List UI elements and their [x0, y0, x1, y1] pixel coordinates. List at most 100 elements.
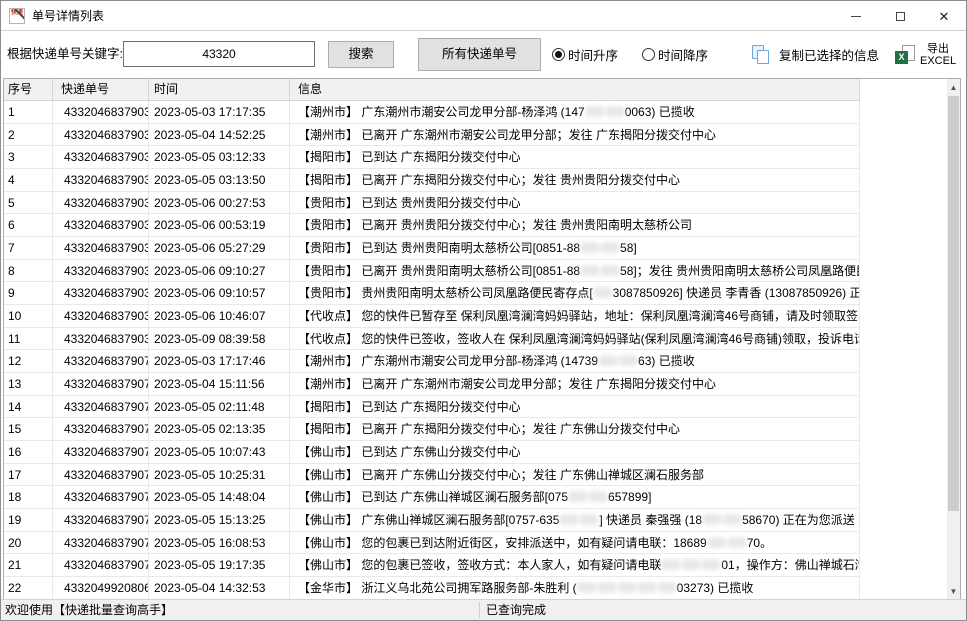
row-info: 【佛山市】 已到达 广东佛山禅城区澜石服务部[075657899] [290, 486, 860, 509]
redacted-blur [637, 582, 657, 593]
redacted-blur [681, 559, 701, 570]
redacted-blur [702, 514, 722, 525]
title-bar: 快递 单号详情列表 ✕ [1, 1, 966, 31]
row-tracking-number: 4332046837903 [53, 214, 149, 237]
search-button[interactable]: 搜索 [328, 41, 394, 68]
radio-dot-icon [552, 48, 565, 61]
row-time: 2023-05-03 17:17:46 [149, 350, 290, 373]
minimize-icon [851, 16, 861, 17]
status-query-result-text: 已查询完成 [486, 600, 546, 620]
maximize-icon [896, 12, 905, 21]
row-index: 5 [4, 192, 53, 215]
redacted-blur [617, 582, 637, 593]
row-index: 7 [4, 237, 53, 260]
row-time: 2023-05-05 10:25:31 [149, 464, 290, 487]
table-row[interactable]: 343320468379032023-05-05 03:12:33【揭阳市】 已… [4, 146, 947, 169]
row-info: 【佛山市】 广东佛山禅城区澜石服务部[0757-635] 快递员 秦强强 (18… [290, 509, 860, 532]
status-welcome-text: 欢迎使用【快递批量查询高手】 [5, 600, 173, 620]
row-tracking-number: 4332046837903 [53, 237, 149, 260]
column-header-info[interactable]: 信息 [290, 79, 860, 101]
row-time: 2023-05-05 16:08:53 [149, 532, 290, 555]
scrollbar-thumb[interactable] [948, 96, 959, 511]
table-row[interactable]: 1943320468379072023-05-05 15:13:25【佛山市】 … [4, 509, 947, 532]
table-row[interactable]: 1043320468379032023-05-06 10:46:07【代收点】 … [4, 305, 947, 328]
row-tracking-number: 4332046837903 [53, 328, 149, 351]
redacted-blur [657, 582, 677, 593]
row-time: 2023-05-05 15:13:25 [149, 509, 290, 532]
table-row[interactable]: 1443320468379072023-05-05 02:11:48【揭阳市】 … [4, 396, 947, 419]
row-index: 8 [4, 260, 53, 283]
table-row[interactable]: 843320468379032023-05-06 09:10:27【贵阳市】 已… [4, 260, 947, 283]
row-index: 16 [4, 441, 53, 464]
sort-ascending-radio[interactable]: 时间升序 [552, 45, 618, 64]
vertical-scrollbar[interactable]: ▲ ▼ [947, 79, 960, 600]
maximize-button[interactable] [878, 1, 922, 31]
table-row[interactable]: 1643320468379072023-05-05 10:07:43【佛山市】 … [4, 441, 947, 464]
row-time: 2023-05-04 14:32:53 [149, 577, 290, 600]
table-row[interactable]: 2243320499208062023-05-04 14:32:53【金华市】 … [4, 577, 947, 600]
keyword-label: 根据快递单号关键字: [7, 31, 123, 78]
table-body: 143320468379032023-05-03 17:17:35【潮州市】 广… [4, 101, 947, 600]
tracking-detail-table: 序号 快递单号 时间 信息 143320468379032023-05-03 1… [3, 78, 961, 601]
copy-icon [751, 45, 771, 65]
scroll-down-icon[interactable]: ▼ [947, 583, 960, 600]
table-row[interactable]: 643320468379032023-05-06 00:53:19【贵阳市】 已… [4, 214, 947, 237]
table-row[interactable]: 143320468379032023-05-03 17:17:35【潮州市】 广… [4, 101, 947, 124]
table-row[interactable]: 1143320468379032023-05-09 08:39:58【代收点】 … [4, 328, 947, 351]
row-tracking-number: 4332046837903 [53, 282, 149, 305]
table-row[interactable]: 243320468379032023-05-04 14:52:25【潮州市】 已… [4, 124, 947, 147]
row-time: 2023-05-06 09:10:57 [149, 282, 290, 305]
row-index: 15 [4, 418, 53, 441]
column-header-tracking-number[interactable]: 快递单号 [53, 79, 149, 101]
table-row[interactable]: 1243320468379072023-05-03 17:17:46【潮州市】 … [4, 350, 947, 373]
table-row[interactable]: 1843320468379072023-05-05 14:48:04【佛山市】 … [4, 486, 947, 509]
row-index: 20 [4, 532, 53, 555]
copy-selected-button[interactable]: 复制已选择的信息 [751, 31, 879, 78]
redacted-blur [727, 537, 747, 548]
sort-descending-radio[interactable]: 时间降序 [642, 45, 708, 64]
table-row[interactable]: 443320468379032023-05-05 03:13:50【揭阳市】 已… [4, 169, 947, 192]
table-row[interactable]: 943320468379032023-05-06 09:10:57【贵阳市】 贵… [4, 282, 947, 305]
row-info: 【潮州市】 已离开 广东潮州市潮安公司龙甲分部；发往 广东揭阳分拨交付中心 [290, 124, 860, 147]
app-window: 快递 单号详情列表 ✕ 根据快递单号关键字: 搜索 所有快递单号 时间升序 时间… [0, 0, 967, 621]
redacted-blur [598, 355, 618, 366]
redacted-blur [597, 582, 617, 593]
row-info: 【佛山市】 已离开 广东佛山分拨交付中心；发往 广东佛山禅城区澜石服务部 [290, 464, 860, 487]
row-time: 2023-05-06 00:53:19 [149, 214, 290, 237]
table-row[interactable]: 1343320468379072023-05-04 15:11:56【潮州市】 … [4, 373, 947, 396]
redacted-blur [600, 242, 620, 253]
toolbar: 根据快递单号关键字: 搜索 所有快递单号 时间升序 时间降序 复制已选择的信息 … [1, 31, 966, 78]
table-row[interactable]: 543320468379032023-05-06 00:27:53【贵阳市】 已… [4, 192, 947, 215]
minimize-button[interactable] [834, 1, 878, 31]
row-tracking-number: 4332046837903 [53, 101, 149, 124]
sort-descending-label: 时间降序 [658, 45, 708, 64]
row-index: 6 [4, 214, 53, 237]
app-icon: 快递 [9, 8, 25, 24]
table-row[interactable]: 1543320468379072023-05-05 02:13:35【揭阳市】 … [4, 418, 947, 441]
table-row[interactable]: 1743320468379072023-05-05 10:25:31【佛山市】 … [4, 464, 947, 487]
keyword-input[interactable] [123, 41, 315, 67]
redacted-blur [593, 287, 613, 298]
column-header-index[interactable]: 序号 [4, 79, 53, 101]
row-tracking-number: 4332046837907 [53, 418, 149, 441]
row-info: 【佛山市】 您的包裹已签收，签收方式：本人家人，如有疑问请电联01，操作方：佛山… [290, 554, 860, 577]
column-header-time[interactable]: 时间 [149, 79, 290, 101]
scroll-up-icon[interactable]: ▲ [947, 79, 960, 96]
row-time: 2023-05-05 14:48:04 [149, 486, 290, 509]
redacted-blur [579, 514, 599, 525]
table-row[interactable]: 2043320468379072023-05-05 16:08:53【佛山市】 … [4, 532, 947, 555]
row-time: 2023-05-06 05:27:29 [149, 237, 290, 260]
all-tracking-numbers-button[interactable]: 所有快递单号 [418, 38, 541, 71]
status-bar: 欢迎使用【快递批量查询高手】 已查询完成 [1, 599, 966, 620]
row-time: 2023-05-04 15:11:56 [149, 373, 290, 396]
table-row[interactable]: 743320468379032023-05-06 05:27:29【贵阳市】 已… [4, 237, 947, 260]
row-info: 【代收点】 您的快件已签收，签收人在 保利凤凰湾澜湾妈妈驿站(保利凤凰湾澜湾46… [290, 328, 860, 351]
export-excel-button[interactable]: X 导出 EXCEL [895, 31, 956, 78]
table-row[interactable]: 2143320468379072023-05-05 19:17:35【佛山市】 … [4, 554, 947, 577]
close-button[interactable]: ✕ [922, 1, 966, 31]
sort-ascending-label: 时间升序 [568, 45, 618, 64]
row-tracking-number: 4332046837907 [53, 396, 149, 419]
redacted-blur [588, 491, 608, 502]
row-tracking-number: 4332046837907 [53, 554, 149, 577]
redacted-blur [605, 106, 625, 117]
